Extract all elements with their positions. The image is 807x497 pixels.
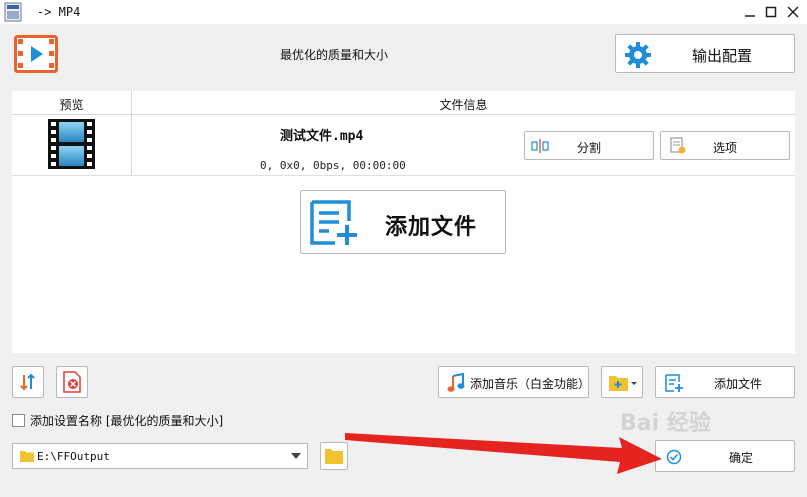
add-music-button[interactable]: 添加音乐（白金功能） bbox=[438, 366, 591, 398]
file-details: 0, 0x0, 0bps, 00:00:00 bbox=[260, 159, 406, 172]
close-icon bbox=[787, 6, 799, 18]
column-header-file-info: 文件信息 bbox=[439, 98, 488, 112]
sort-arrows-icon bbox=[20, 373, 35, 391]
add-file-large-button[interactable]: 添加文件 bbox=[300, 190, 506, 254]
watermark: Bai 经验 bbox=[620, 411, 711, 436]
row-divider bbox=[12, 175, 795, 176]
ok-label: 确定 bbox=[729, 451, 754, 465]
remove-file-button[interactable] bbox=[56, 366, 88, 398]
app-icon bbox=[4, 2, 22, 22]
check-circle-icon bbox=[666, 449, 682, 465]
output-path-select[interactable]: E:\FFOutput bbox=[12, 443, 308, 469]
video-format-icon bbox=[14, 35, 58, 73]
split-button[interactable]: 分割 bbox=[524, 131, 654, 160]
profile-title: 最优化的质量和大小 bbox=[280, 48, 389, 62]
options-button[interactable]: 选项 bbox=[660, 131, 790, 160]
maximize-button[interactable] bbox=[760, 2, 782, 22]
output-config-button[interactable]: 输出配置 bbox=[615, 34, 795, 73]
add-file-icon bbox=[310, 200, 357, 245]
folder-open-icon bbox=[325, 449, 343, 464]
minimize-button[interactable] bbox=[739, 2, 761, 22]
add-setting-name-checkbox[interactable] bbox=[12, 414, 25, 427]
add-file-large-label: 添加文件 bbox=[385, 215, 478, 240]
table-header: 预览 文件信息 bbox=[12, 91, 795, 115]
delete-file-icon bbox=[63, 371, 81, 393]
add-file-small-icon bbox=[665, 374, 683, 392]
folder-add-icon bbox=[609, 376, 637, 391]
gear-icon bbox=[625, 42, 651, 68]
maximize-icon bbox=[765, 6, 777, 18]
chevron-down-icon bbox=[291, 453, 301, 459]
folder-icon bbox=[20, 451, 34, 462]
file-name: 测试文件.mp4 bbox=[280, 129, 364, 144]
add-file-button[interactable]: 添加文件 bbox=[655, 366, 795, 398]
minimize-icon bbox=[745, 15, 755, 17]
sort-button[interactable] bbox=[12, 366, 44, 398]
add-setting-name-label: 添加设置名称 [最优化的质量和大小] bbox=[30, 414, 224, 428]
add-file-label: 添加文件 bbox=[714, 377, 763, 391]
music-note-icon bbox=[447, 372, 465, 392]
split-label: 分割 bbox=[576, 141, 601, 155]
output-config-label: 输出配置 bbox=[692, 47, 753, 65]
film-thumbnail-icon[interactable] bbox=[48, 119, 95, 169]
column-divider bbox=[131, 91, 132, 175]
title-bar: -> MP4 bbox=[0, 0, 807, 24]
browse-folder-button[interactable] bbox=[320, 442, 348, 470]
ok-button[interactable]: 确定 bbox=[655, 440, 795, 472]
add-folder-dropdown-button[interactable] bbox=[601, 366, 643, 398]
column-header-preview: 预览 bbox=[59, 98, 84, 112]
add-music-label: 添加音乐（白金功能） bbox=[470, 377, 591, 391]
close-button[interactable] bbox=[782, 2, 804, 22]
output-path-value: E:\FFOutput bbox=[37, 450, 110, 463]
options-label: 选项 bbox=[712, 141, 737, 155]
add-setting-name-option[interactable]: 添加设置名称 [最优化的质量和大小] bbox=[12, 412, 223, 429]
window-title: -> MP4 bbox=[37, 5, 81, 19]
